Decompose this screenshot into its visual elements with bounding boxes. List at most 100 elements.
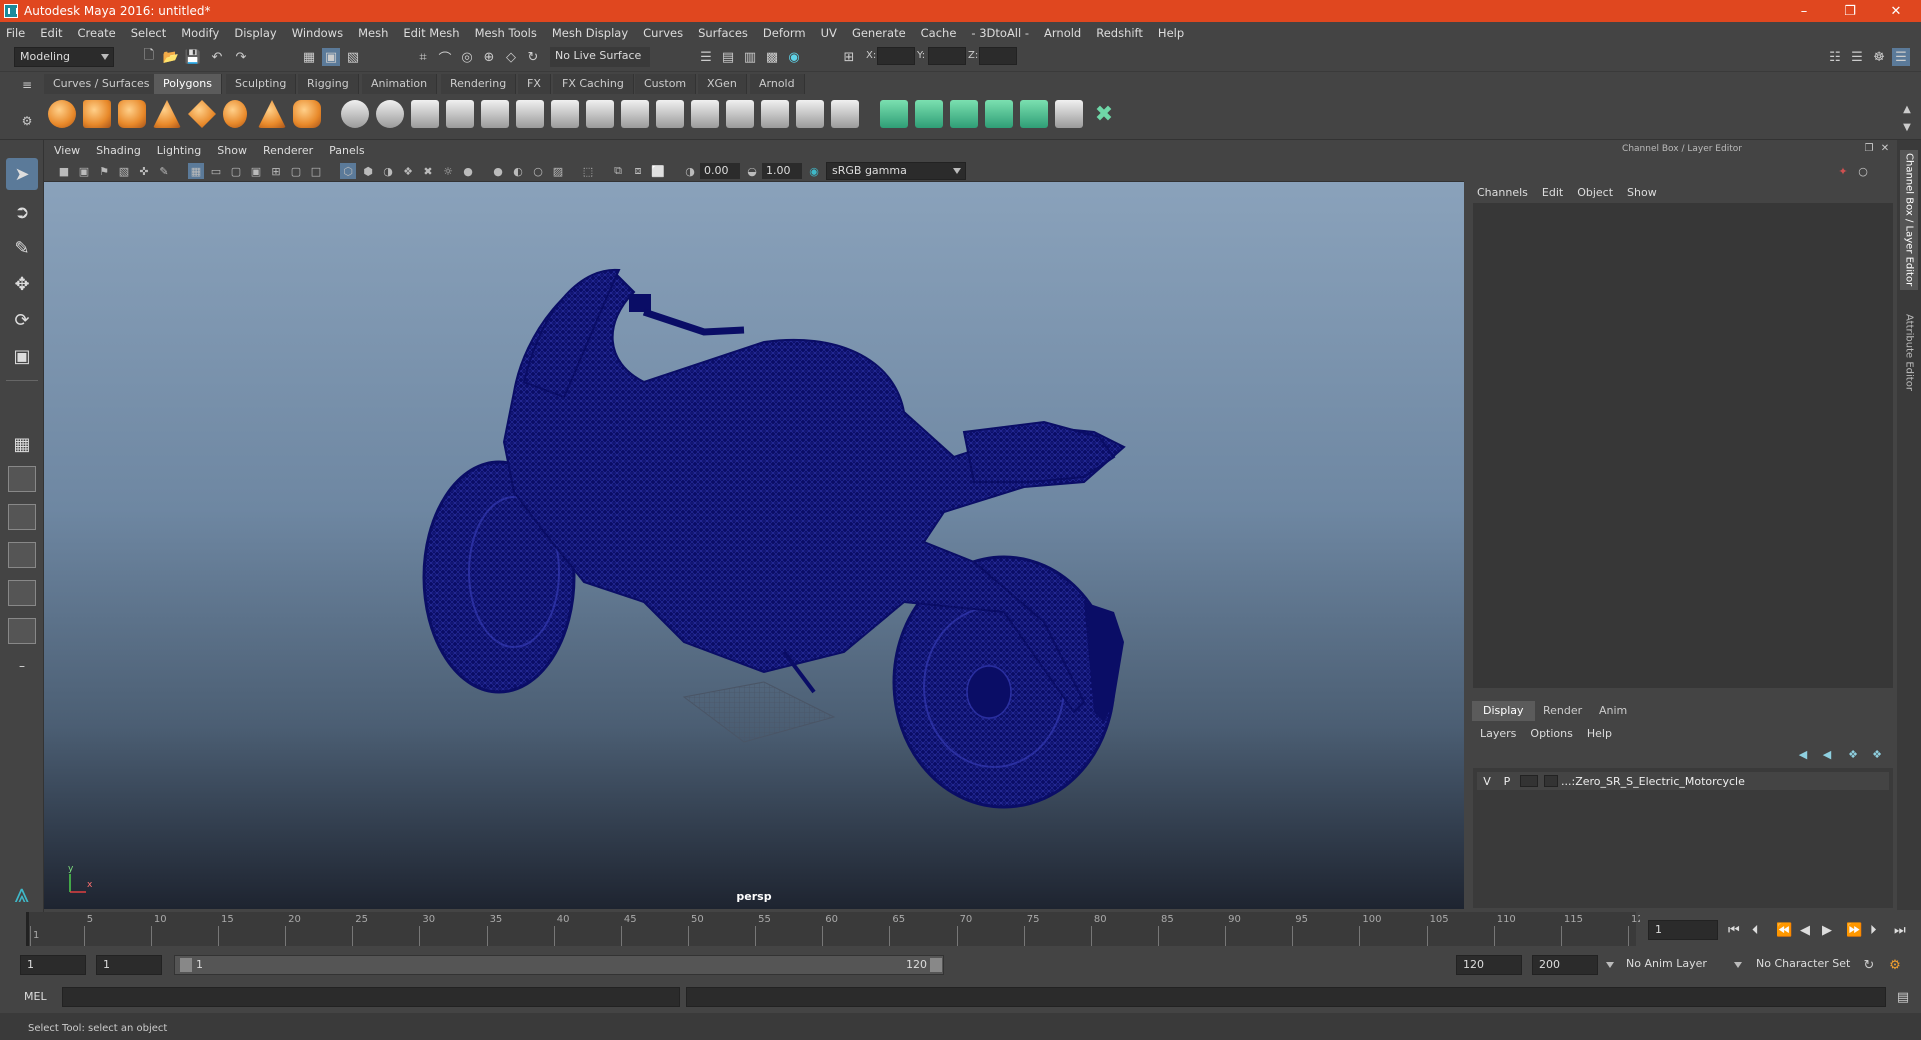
smooth-icon[interactable] (446, 100, 474, 128)
playback-start-field[interactable]: 1 (96, 955, 162, 975)
command-language-label[interactable]: MEL (24, 990, 47, 1003)
shelf-tab-sculpting[interactable]: Sculpting (226, 74, 297, 94)
go-to-end-icon[interactable]: ⏭ (1894, 923, 1906, 938)
new-layer-selected-icon[interactable]: ❖ (1868, 745, 1886, 763)
perspective-viewport[interactable] (44, 182, 1464, 909)
side-tab-channel-box[interactable]: Channel Box / Layer Editor (1900, 150, 1918, 290)
menu-cache[interactable]: Cache (921, 26, 957, 40)
safe-action-icon[interactable]: ▢ (288, 163, 304, 179)
two-pane-layout-icon[interactable] (8, 504, 36, 530)
viewport-menu-show[interactable]: Show (217, 144, 247, 157)
cylindrical-uv-icon[interactable] (915, 100, 943, 128)
shelf-tab-rigging[interactable]: Rigging (298, 74, 359, 94)
resolution-gate-icon[interactable]: ▢ (228, 163, 244, 179)
uv-editor-icon[interactable] (1020, 100, 1048, 128)
channel-box-menu-edit[interactable]: Edit (1542, 186, 1563, 199)
snap-projected-center-icon[interactable]: ⊕ (480, 48, 498, 66)
select-hierarchy-icon[interactable]: ▦ (300, 48, 318, 66)
single-perspective-layout-icon[interactable]: ▦ (6, 428, 38, 460)
boolean-difference-icon[interactable] (516, 100, 544, 128)
ipr-render-icon[interactable]: ▥ (741, 48, 759, 66)
2d-pan-zoom-icon[interactable]: ✜ (136, 163, 152, 179)
color-management-icon[interactable]: ◉ (806, 163, 822, 179)
bookmarks-icon[interactable]: ⚑ (96, 163, 112, 179)
motion-blur-icon[interactable]: ● (490, 163, 506, 179)
gamma-icon[interactable]: ◒ (744, 163, 760, 179)
x-field[interactable] (877, 47, 915, 65)
view-transform-dropdown[interactable]: sRGB gamma (826, 162, 966, 180)
combine-icon[interactable] (341, 100, 369, 128)
layer-tab-render[interactable]: Render (1532, 701, 1593, 721)
open-scene-icon[interactable]: 📂 (162, 48, 180, 66)
boolean-intersection-icon[interactable] (551, 100, 579, 128)
shelf-scroll-down-icon[interactable]: ▼ (1898, 118, 1916, 136)
separate-icon[interactable] (376, 100, 404, 128)
make-live-icon[interactable]: ↻ (524, 48, 542, 66)
shelf-tab-xgen[interactable]: XGen (698, 74, 747, 94)
y-field[interactable] (928, 47, 966, 65)
viewport-menu-panels[interactable]: Panels (329, 144, 364, 157)
modeling-toolkit-icon[interactable]: ☷ (1826, 48, 1844, 66)
menu-redshift[interactable]: Redshift (1096, 26, 1143, 40)
viewport-menu-view[interactable]: View (54, 144, 80, 157)
menu-help[interactable]: Help (1158, 26, 1184, 40)
layer-menu-help[interactable]: Help (1587, 727, 1612, 740)
playback-end-field[interactable]: 120 (1456, 955, 1522, 975)
shelf-scroll-up-icon[interactable]: ▲ (1898, 100, 1916, 118)
multi-cut-icon[interactable] (796, 100, 824, 128)
attribute-editor-toggle-icon[interactable]: ☰ (1848, 48, 1866, 66)
shelf-tab-arnold[interactable]: Arnold (750, 74, 805, 94)
menu-display[interactable]: Display (234, 26, 276, 40)
poly-pipe-icon[interactable] (293, 100, 321, 128)
planar-uv-icon[interactable] (880, 100, 908, 128)
menu-surfaces[interactable]: Surfaces (698, 26, 748, 40)
menu-file[interactable]: File (6, 26, 25, 40)
depth-of-field-icon[interactable]: ○ (530, 163, 546, 179)
minimize-button[interactable]: – (1781, 0, 1827, 22)
layer-color-swatch[interactable] (1544, 775, 1558, 787)
layer-row[interactable]: V P ...:Zero_SR_S_Electric_Motorcycle (1477, 772, 1889, 790)
layer-menu-options[interactable]: Options (1530, 727, 1572, 740)
tool-settings-toggle-icon[interactable]: ☸ (1870, 48, 1888, 66)
shelf-tab-rendering[interactable]: Rendering (441, 74, 517, 94)
auto-keyframe-icon[interactable]: ↻ (1860, 956, 1878, 974)
extract-icon[interactable] (411, 100, 439, 128)
animation-preferences-icon[interactable]: ⚙ (1886, 956, 1904, 974)
animation-end-field[interactable]: 200 (1532, 955, 1598, 975)
xray-icon[interactable]: ▨ (550, 163, 566, 179)
shelf-tab-polygons[interactable]: Polygons (154, 74, 222, 94)
new-empty-layer-icon[interactable]: ❖ (1844, 745, 1862, 763)
select-camera-icon[interactable]: ■ (56, 163, 72, 179)
menu-select[interactable]: Select (131, 26, 166, 40)
viewport-menu-shading[interactable]: Shading (96, 144, 141, 157)
menu-mesh-display[interactable]: Mesh Display (552, 26, 628, 40)
anim-layer-dropdown[interactable]: No Anim Layer (1620, 955, 1740, 975)
persp-graph-layout-icon[interactable] (8, 542, 36, 568)
channel-box-body[interactable] (1473, 203, 1893, 688)
anti-aliasing-icon[interactable]: ◐ (510, 163, 526, 179)
shelf-tab-fx-caching[interactable]: FX Caching (553, 74, 634, 94)
step-forward-key-icon[interactable]: ⏩ (1846, 923, 1862, 938)
panel-float-icon[interactable]: ❐ (1862, 141, 1876, 155)
layer-playback-toggle[interactable]: P (1497, 775, 1517, 788)
film-gate-icon[interactable]: ▭ (208, 163, 224, 179)
paint-select-tool-icon[interactable]: ✎ (6, 232, 38, 264)
menu-edit[interactable]: Edit (40, 26, 62, 40)
command-input[interactable] (62, 987, 680, 1007)
rotate-tool-icon[interactable]: ⟳ (6, 304, 38, 336)
menu-mesh[interactable]: Mesh (358, 26, 388, 40)
channel-box-toggle-icon[interactable]: ☰ (1892, 48, 1910, 66)
checker-map-icon[interactable] (1055, 100, 1083, 128)
select-tool-icon[interactable]: ➤ (6, 158, 38, 190)
viewport-menu-lighting[interactable]: Lighting (157, 144, 201, 157)
viewport-menu-renderer[interactable]: Renderer (263, 144, 313, 157)
layer-visibility-toggle[interactable]: V (1477, 775, 1497, 788)
render-view-icon[interactable]: ▩ (763, 48, 781, 66)
range-slider-start-handle[interactable] (180, 958, 192, 972)
poly-cube-icon[interactable] (83, 100, 111, 128)
play-backwards-icon[interactable]: ◀ (1800, 923, 1810, 938)
shelf-tab-custom[interactable]: Custom (635, 74, 697, 94)
wireframe-shading-icon[interactable]: ⬡ (340, 163, 356, 179)
z-field[interactable] (979, 47, 1017, 65)
lasso-tool-icon[interactable]: ➲ (6, 196, 38, 228)
